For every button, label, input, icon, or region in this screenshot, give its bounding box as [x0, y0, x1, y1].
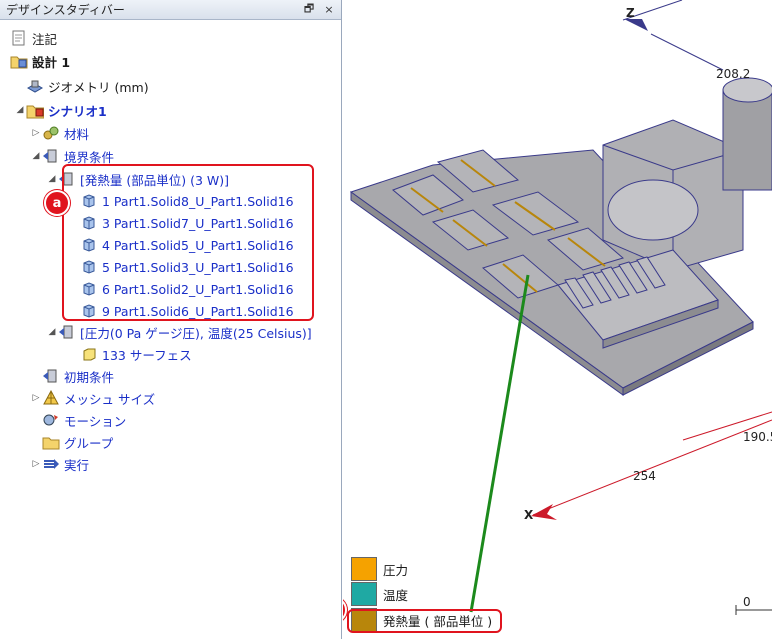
highlight-box-b	[347, 609, 502, 633]
tree-item-surfaces[interactable]: 133 サーフェス	[80, 344, 192, 364]
probe-line	[469, 274, 530, 613]
panel-titlebar: デザインスタディバー 🗗 ×	[0, 0, 341, 20]
tree-item-notes[interactable]: 注記	[10, 28, 57, 48]
tree-label: 初期条件	[64, 369, 115, 385]
group-folder-icon	[42, 433, 60, 451]
tree-label: 実行	[64, 457, 90, 473]
expand-arrow-icon[interactable]: ▷	[30, 128, 42, 138]
model-view	[349, 0, 772, 615]
tree-item-initial-conditions[interactable]: 初期条件	[42, 366, 114, 386]
tree-label: 境界条件	[64, 149, 115, 165]
tree-item-motion[interactable]: モーション	[42, 410, 126, 430]
geometry-icon	[26, 77, 44, 95]
pressure-load-icon	[58, 323, 76, 341]
close-icon[interactable]: ×	[321, 2, 337, 18]
callout-a: a	[44, 190, 70, 216]
tree-label: 設計 1	[32, 54, 71, 70]
tree-label: モーション	[64, 413, 127, 429]
tree-item-design[interactable]: 設計 1	[10, 51, 70, 71]
tree-label: ジオメトリ (mm)	[48, 79, 149, 95]
legend-item-pressure: 圧力	[351, 557, 408, 581]
z-axis-arrow	[624, 19, 648, 31]
tree-item-materials[interactable]: ▷ 材料	[30, 123, 89, 143]
surface-icon	[80, 345, 98, 363]
tree-item-geometry[interactable]: ジオメトリ (mm)	[26, 76, 149, 96]
design-study-panel: デザインスタディバー 🗗 × 注記 設計 1 ジオメトリ (mm) ◢ シナリオ…	[0, 0, 342, 639]
legend-swatch	[351, 582, 377, 606]
legend-item-temperature: 温度	[351, 582, 408, 606]
materials-icon	[42, 124, 60, 142]
tree-label: 133 サーフェス	[102, 347, 192, 363]
highlight-box-a	[62, 164, 314, 321]
x-axis-label: X	[524, 508, 534, 522]
tree-label: 注記	[32, 31, 58, 47]
cylinder-part	[722, 77, 772, 191]
restore-icon[interactable]: 🗗	[301, 2, 317, 18]
legend-label: 圧力	[383, 562, 409, 578]
collapse-arrow-icon[interactable]: ◢	[46, 327, 58, 337]
panel-title: デザインスタディバー	[6, 3, 125, 17]
tree-label: シナリオ1	[48, 103, 107, 119]
tree-label: 材料	[64, 126, 90, 142]
collapse-arrow-icon[interactable]: ◢	[14, 105, 26, 115]
motion-icon	[42, 411, 60, 429]
dimension-label: 254	[633, 469, 656, 483]
notes-icon	[10, 29, 28, 47]
tree-label: [圧力(0 Pa ゲージ圧), 温度(25 Celsius)]	[80, 325, 312, 341]
tree-item-groups[interactable]: グループ	[42, 432, 113, 452]
design-study-tree: 注記 設計 1 ジオメトリ (mm) ◢ シナリオ1 ▷ 材料 ◢ 境界条件 ◢…	[0, 20, 341, 639]
legend-label: 温度	[383, 587, 409, 603]
transformer-block	[602, 119, 744, 271]
boundary-conditions-icon	[42, 147, 60, 165]
legend-swatch	[351, 557, 377, 581]
dimension-label: 208.2	[716, 67, 751, 81]
collapse-arrow-icon[interactable]: ◢	[30, 151, 42, 161]
tree-item-pressure-group[interactable]: ◢ [圧力(0 Pa ゲージ圧), 温度(25 Celsius)]	[46, 322, 312, 342]
z-axis-label: Z	[626, 6, 635, 20]
expand-arrow-icon[interactable]: ▷	[30, 459, 42, 469]
run-icon	[42, 455, 60, 473]
tree-item-mesh-size[interactable]: ▷ メッシュ サイズ	[30, 388, 155, 408]
tree-label: メッシュ サイズ	[64, 391, 156, 407]
x-axis-arrow	[531, 504, 557, 520]
tree-item-run[interactable]: ▷ 実行	[30, 454, 89, 474]
3d-viewport[interactable]: Z 208.2 254 190.5 X 0 圧力 温度 発熱量 ( 部品単位 )…	[343, 0, 772, 639]
expand-arrow-icon[interactable]: ▷	[30, 393, 42, 403]
dimension-label: 190.5	[743, 430, 772, 444]
mesh-icon	[42, 389, 60, 407]
design-folder-icon	[10, 52, 28, 70]
tree-item-boundary-conditions[interactable]: ◢ 境界条件	[30, 146, 114, 166]
initial-conditions-icon	[42, 367, 60, 385]
collapse-arrow-icon[interactable]: ◢	[46, 174, 58, 184]
tree-item-scenario[interactable]: ◢ シナリオ1	[14, 100, 107, 120]
x-axis-line	[532, 419, 772, 516]
scale-bar-zero: 0	[743, 595, 751, 609]
scenario-icon	[26, 101, 44, 119]
tree-label: グループ	[64, 435, 114, 451]
